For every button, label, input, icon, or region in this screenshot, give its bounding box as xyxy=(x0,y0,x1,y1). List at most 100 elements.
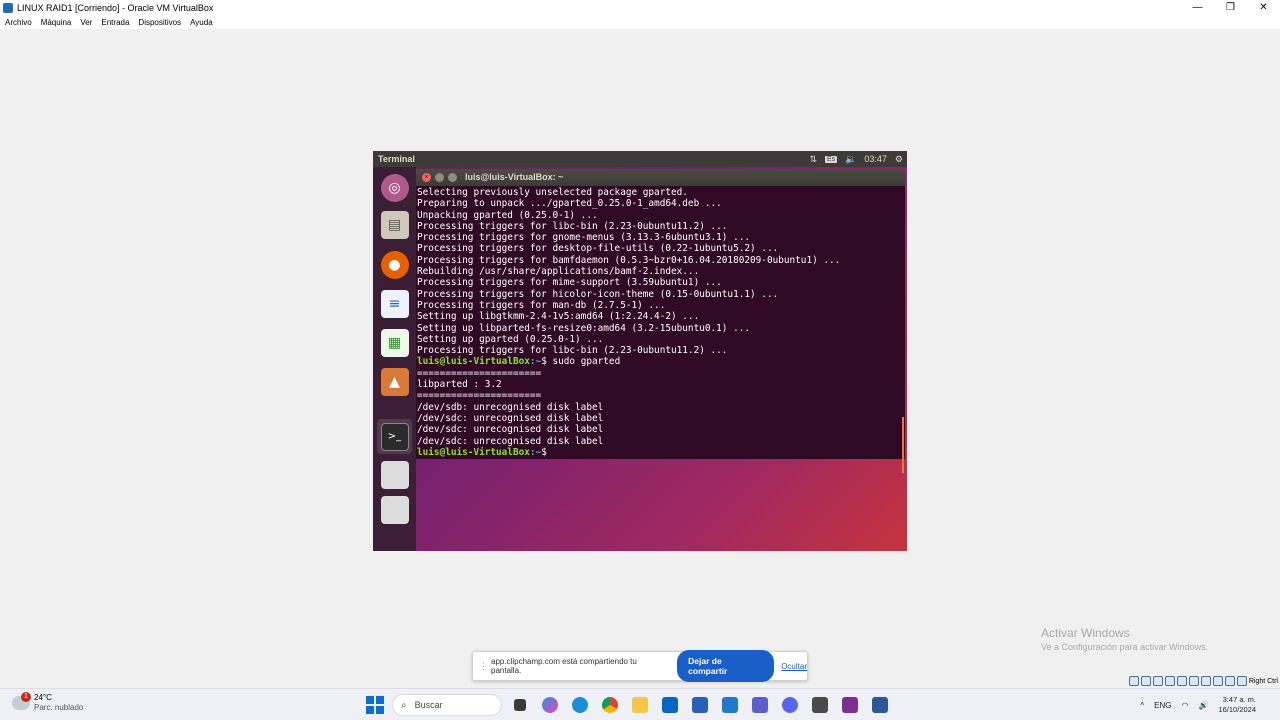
cpu-icon[interactable] xyxy=(1224,676,1235,686)
taskbar-mail[interactable] xyxy=(658,693,682,717)
hard-disk-icon[interactable] xyxy=(1128,676,1139,686)
taskbar-copilot[interactable] xyxy=(538,693,562,717)
close-icon[interactable]: ✕ xyxy=(1247,0,1280,15)
minimize-icon[interactable]: — xyxy=(1181,0,1214,15)
prompt-path: :~ xyxy=(529,356,542,368)
edge-icon xyxy=(572,697,588,713)
ubuntu-launcher: ◎ ▤ ● ≡ ▦ ▲ >_ xyxy=(373,167,416,551)
taskbar-apps: ⌕ Buscar xyxy=(364,693,892,717)
vscode-icon xyxy=(722,697,738,713)
volume-icon[interactable]: 🔉 xyxy=(845,154,856,165)
launcher-firefox[interactable]: ● xyxy=(377,247,412,282)
menu-ver[interactable]: Ver xyxy=(80,18,92,27)
chrome-icon xyxy=(602,697,618,713)
hide-link[interactable]: Ocultar xyxy=(781,662,807,671)
taskbar-discord[interactable] xyxy=(778,693,802,717)
audio-icon[interactable] xyxy=(1152,676,1163,686)
launcher-drive-1[interactable] xyxy=(377,457,412,492)
cloud-icon: 1 xyxy=(12,692,31,710)
panel-indicators: ⇅ Es 🔉 03:47 ⚙ xyxy=(809,151,903,167)
guest-screen[interactable]: Terminal ⇅ Es 🔉 03:47 ⚙ ◎ ▤ ● ≡ ▦ ▲ >_ ×… xyxy=(373,151,907,551)
taskbar-teams[interactable] xyxy=(748,693,772,717)
terminal-window[interactable]: × luis@luis-VirtualBox: ~ Selecting prev… xyxy=(416,169,905,473)
terminal-prompt-line[interactable]: luis@luis-VirtualBox:~$ xyxy=(417,447,905,458)
weather-widget[interactable]: 1 24°C Parc. nublado xyxy=(12,692,83,713)
drive-icon xyxy=(380,460,409,489)
terminal-line: Processing triggers for desktop-file-uti… xyxy=(417,243,779,255)
firefox-icon: ● xyxy=(380,250,409,279)
wifi-icon[interactable]: ◠ xyxy=(1182,701,1189,710)
launcher-calc[interactable]: ▦ xyxy=(377,325,412,360)
taskbar-vscode[interactable] xyxy=(718,693,742,717)
recording-icon[interactable] xyxy=(1212,676,1223,686)
activate-windows-watermark: Activar Windows Ve a Configuración para … xyxy=(1041,626,1208,652)
taskbar-search[interactable]: ⌕ Buscar xyxy=(392,694,502,716)
windows-taskbar: 1 24°C Parc. nublado ⌕ Buscar ^ ENG ◠ 🔊 xyxy=(0,688,1280,720)
terminal-line: Processing triggers for bamfdaemon (0.5.… xyxy=(417,254,841,266)
tray-chevron-icon[interactable]: ^ xyxy=(1140,701,1144,710)
winrar-icon xyxy=(842,697,858,713)
menu-dispositivos[interactable]: Dispositivos xyxy=(138,18,181,27)
terminal-command-line: luis@luis-VirtualBox:~$ sudo gparted xyxy=(417,356,905,367)
taskbar-edge[interactable] xyxy=(568,693,592,717)
stop-sharing-button[interactable]: Dejar de compartir xyxy=(677,650,775,682)
usb-icon[interactable] xyxy=(1176,676,1187,686)
taskbar-store[interactable] xyxy=(688,693,712,717)
terminal-line: Unpacking gparted (0.25.0-1) ... xyxy=(417,209,598,221)
menu-entrada[interactable]: Entrada xyxy=(101,18,129,27)
lang-indicator[interactable]: ENG xyxy=(1154,701,1171,710)
menu-archivo[interactable]: Archivo xyxy=(5,18,32,27)
software-center-icon: ▲ xyxy=(380,367,409,396)
start-button[interactable] xyxy=(364,694,386,716)
launcher-terminal[interactable]: >_ xyxy=(377,419,412,454)
launcher-software[interactable]: ▲ xyxy=(377,364,412,399)
taskbar-word[interactable] xyxy=(868,693,892,717)
network-icon[interactable] xyxy=(1164,676,1175,686)
panel-clock[interactable]: 03:47 xyxy=(864,154,887,164)
virtualbox-icon xyxy=(3,2,13,13)
drag-handle-icon[interactable]: ⋮ xyxy=(479,661,488,672)
volume-icon[interactable]: 🔊 xyxy=(1198,701,1208,710)
vbox-titlebar: LINUX RAID1 [Corriendo] - Oracle VM Virt… xyxy=(0,0,1280,15)
terminal-line: /dev/sdb: unrecognised disk label xyxy=(417,401,604,413)
menu-ayuda[interactable]: Ayuda xyxy=(190,18,213,27)
terminal-output[interactable]: Selecting previously unselected package … xyxy=(416,186,905,458)
prompt-path: :~ xyxy=(529,446,542,458)
terminal-line: /dev/sdc: unrecognised disk label xyxy=(417,435,604,447)
taskbar-virtualbox[interactable] xyxy=(808,693,832,717)
minimize-icon[interactable] xyxy=(435,173,444,182)
launcher-files[interactable]: ▤ xyxy=(377,207,412,242)
maximize-icon[interactable] xyxy=(448,173,457,182)
discord-icon xyxy=(782,697,798,713)
task-view-button[interactable] xyxy=(508,693,532,717)
terminal-scrollbar[interactable] xyxy=(902,417,904,473)
taskbar-winrar[interactable] xyxy=(838,693,862,717)
taskbar-explorer[interactable] xyxy=(628,693,652,717)
menu-maquina[interactable]: Máquina xyxy=(41,18,72,27)
shared-folders-icon[interactable] xyxy=(1188,676,1199,686)
keyboard-layout-indicator[interactable]: Es xyxy=(825,155,838,163)
terminal-line: ====================== xyxy=(417,367,542,379)
launcher-dash[interactable]: ◎ xyxy=(377,170,412,205)
terminal-line: Processing triggers for man-db (2.7.5-1)… xyxy=(417,299,666,311)
display-icon[interactable] xyxy=(1200,676,1211,686)
network-icon[interactable]: ⇅ xyxy=(809,154,817,165)
window-controls: — ❐ ✕ xyxy=(1181,0,1280,15)
terminal-line: Setting up libgtkmm-2.4-1v5:amd64 (1:2.2… xyxy=(417,311,700,323)
vbox-statusbar: Right Ctrl xyxy=(1128,674,1280,688)
launcher-writer[interactable]: ≡ xyxy=(377,286,412,321)
launcher-drive-2[interactable] xyxy=(377,492,412,527)
mouse-integration-icon[interactable] xyxy=(1236,676,1247,686)
optical-drive-icon[interactable] xyxy=(1140,676,1151,686)
gear-icon[interactable]: ⚙ xyxy=(895,154,903,165)
taskbar-clock[interactable]: 3:47 a. m. 16/10/2024 xyxy=(1218,695,1256,715)
taskbar-chrome[interactable] xyxy=(598,693,622,717)
prompt-command: sudo gparted xyxy=(546,356,621,368)
close-icon[interactable]: × xyxy=(422,173,431,182)
files-icon: ▤ xyxy=(380,210,409,239)
system-tray: ^ ENG ◠ 🔊 3:47 a. m. 16/10/2024 xyxy=(1140,693,1256,717)
maximize-icon[interactable]: ❐ xyxy=(1214,0,1247,15)
terminal-titlebar[interactable]: × luis@luis-VirtualBox: ~ xyxy=(416,169,905,186)
terminal-line: libparted : 3.2 xyxy=(417,379,502,391)
store-icon xyxy=(692,697,708,713)
